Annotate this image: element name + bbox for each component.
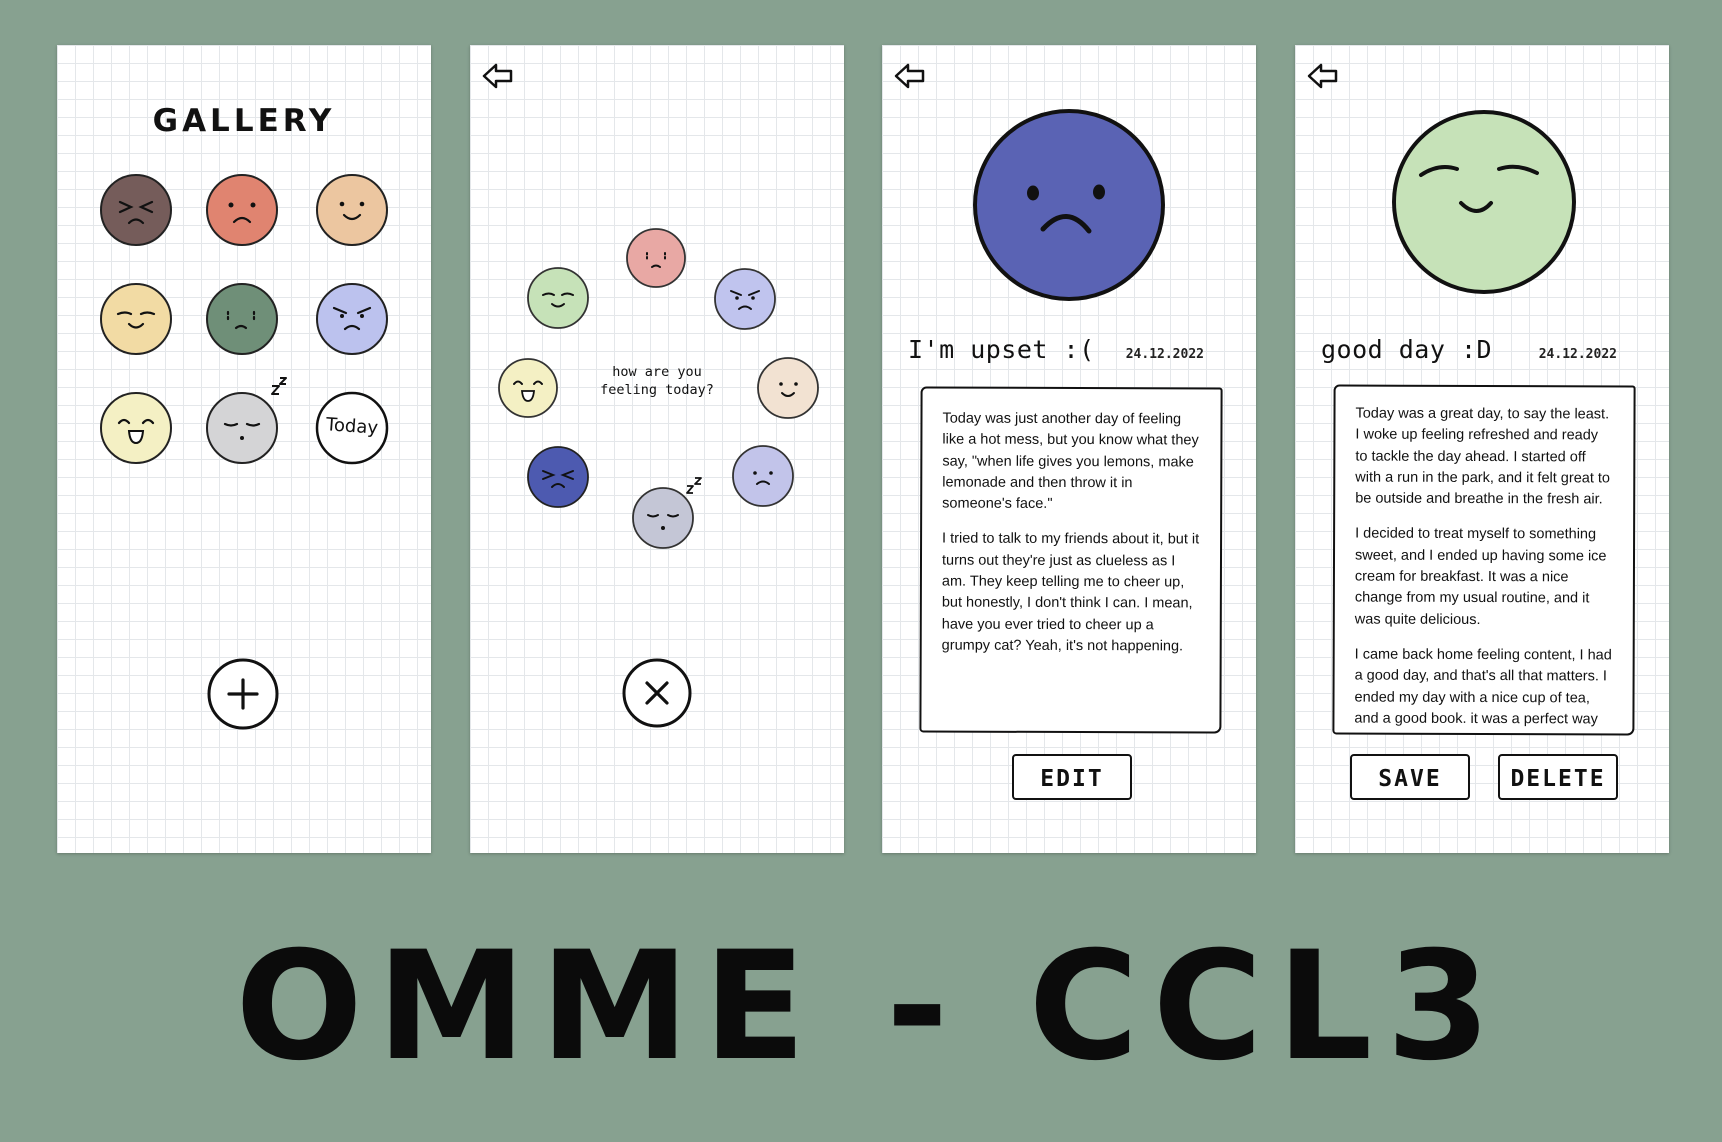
project-caption: OMME - CCL3: [235, 920, 1505, 1094]
mood-large-navy-sad: [971, 107, 1167, 303]
entry-paragraph: I decided to treat myself to something s…: [1354, 526, 1607, 628]
mood-periwinkle-sad[interactable]: [731, 444, 795, 508]
entry-title: I'm upset :(: [908, 335, 1095, 364]
mood-prompt: how are you feeling today?: [582, 363, 732, 399]
x-icon: [622, 658, 692, 728]
entry-text-area[interactable]: Today was just another day of feeling li…: [919, 386, 1223, 734]
entry-paragraph: I came back home feeling content, I had …: [1354, 646, 1612, 728]
mood-lavender-angry[interactable]: [314, 281, 390, 357]
entry-date: 24.12.2022: [1538, 347, 1617, 362]
entry-date: 24.12.2022: [1125, 347, 1204, 362]
mood-peach-smile[interactable]: [314, 172, 390, 248]
mood-cream-smile[interactable]: [756, 356, 820, 420]
entry-good-screen: good day :D 24.12.2022 Today was a great…: [1295, 45, 1669, 853]
entry-title: good day :D: [1321, 335, 1493, 364]
gallery-screen: GALLERY Today: [57, 45, 431, 853]
plus-icon: [207, 658, 279, 730]
mood-grey-sleepy[interactable]: [204, 377, 294, 466]
mood-navy-squint[interactable]: [526, 445, 590, 509]
gallery-title: GALLERY: [152, 103, 336, 139]
mood-pink-worried[interactable]: [625, 227, 687, 289]
save-button[interactable]: SAVE: [1350, 754, 1470, 800]
back-arrow-icon[interactable]: [1306, 62, 1340, 90]
mood-coral-sad[interactable]: [204, 172, 280, 248]
entry-paragraph: Today was just another day of feeling li…: [942, 410, 1199, 513]
today-button[interactable]: Today: [314, 390, 390, 466]
mood-pale-yellow-happy[interactable]: [98, 390, 174, 466]
entry-upset-screen: I'm upset :( 24.12.2022 Today was just a…: [882, 45, 1256, 853]
back-arrow-icon[interactable]: [893, 62, 927, 90]
mood-large-mint-content: [1389, 107, 1579, 297]
entry-paragraph: Today was a great day, to say the least.…: [1355, 405, 1611, 508]
prompt-line-2: feeling today?: [600, 382, 714, 398]
edit-button[interactable]: EDIT: [1012, 754, 1132, 800]
delete-button[interactable]: DELETE: [1498, 754, 1618, 800]
back-arrow-icon[interactable]: [481, 62, 515, 90]
mood-blue-grey-sleepy[interactable]: [631, 477, 711, 549]
mood-brown-squint[interactable]: [98, 172, 174, 248]
entry-paragraph: I tried to talk to my friends about it, …: [941, 531, 1200, 655]
prompt-line-1: how are you: [612, 364, 702, 380]
mood-pale-yellow-joyful[interactable]: [497, 357, 559, 419]
mood-picker-screen: how are you feeling today?: [470, 45, 844, 853]
mood-yellow-content[interactable]: [98, 281, 174, 357]
mood-sage-meh[interactable]: [204, 281, 280, 357]
close-button[interactable]: [621, 657, 693, 733]
mood-lavender-annoyed[interactable]: [713, 267, 777, 331]
add-entry-button[interactable]: [206, 657, 280, 735]
entry-text-area[interactable]: Today was a great day, to say the least.…: [1332, 384, 1636, 736]
mood-mint-calm[interactable]: [526, 266, 590, 330]
